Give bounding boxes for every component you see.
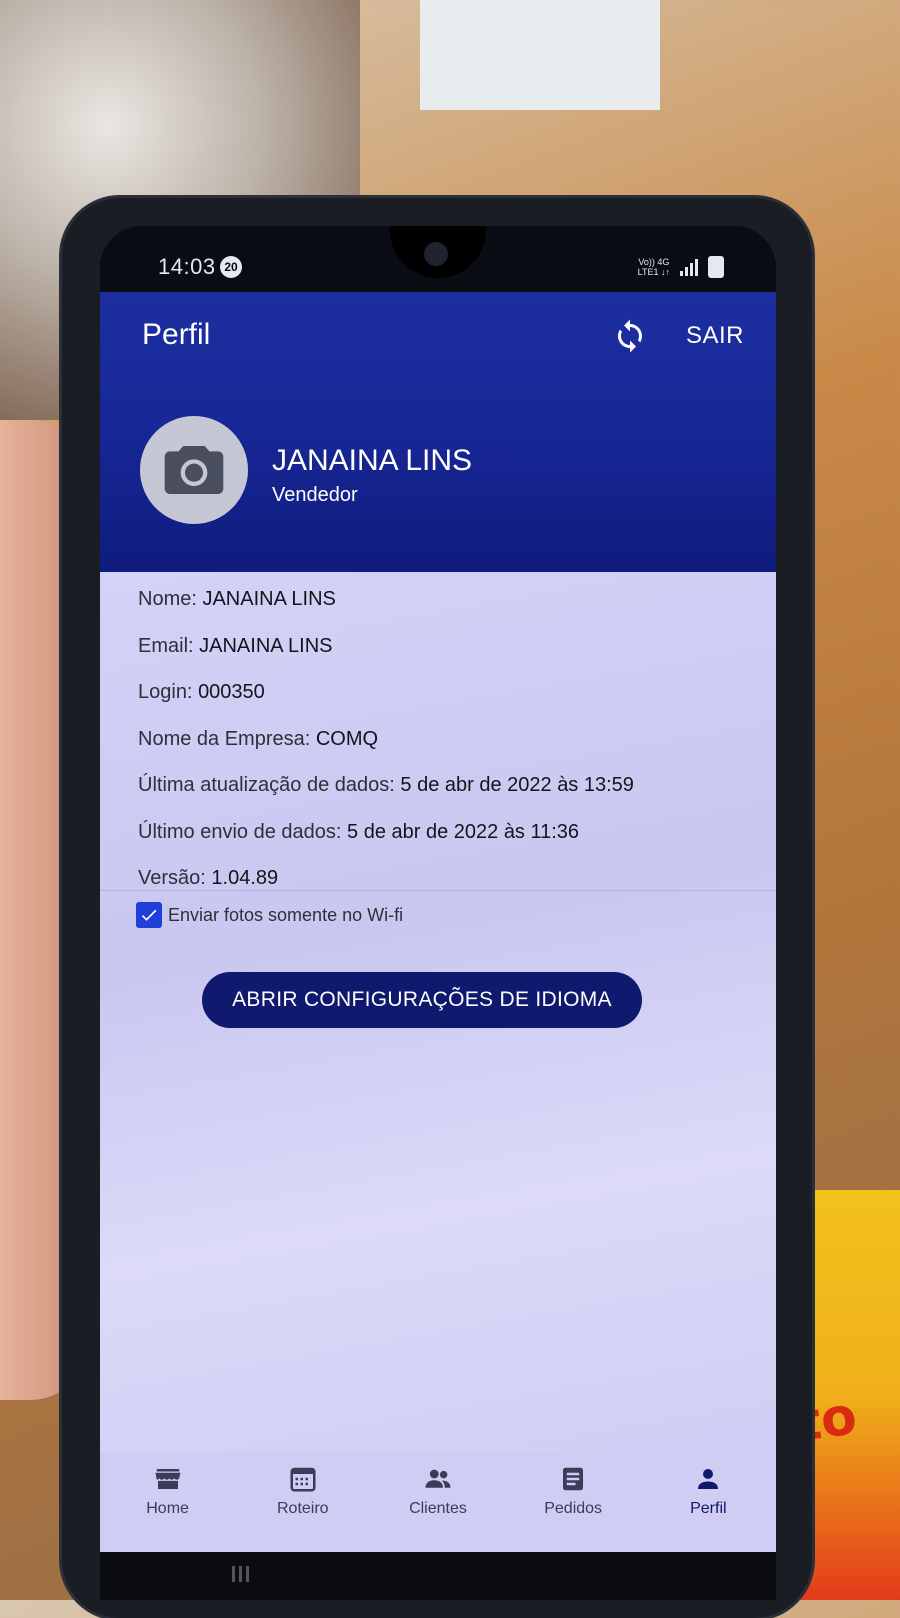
network-line-2: LTE1 ↓↑	[637, 267, 670, 277]
info-value: 5 de abr de 2022 às 11:36	[347, 820, 580, 843]
nav-item-home[interactable]: Home	[108, 1464, 228, 1518]
phone-screen: 14:03 20 Vo)) 4G LTE1 ↓↑ Perfil SAIR JAN…	[100, 226, 776, 1600]
front-camera	[424, 242, 448, 266]
info-value: JANAINA LINS	[199, 634, 333, 657]
wifi-only-checkbox[interactable]	[136, 902, 162, 928]
battery-icon	[708, 256, 724, 278]
info-label: Email:	[138, 634, 194, 657]
info-label: Nome:	[138, 588, 197, 610]
nav-label-clientes: Clientes	[409, 1500, 467, 1517]
network-line-1: Vo)) 4G	[638, 257, 670, 267]
store-icon	[155, 1469, 181, 1489]
nav-label-pedidos: Pedidos	[544, 1500, 603, 1517]
user-name: JANAINA LINS	[272, 444, 473, 477]
profile-header: Perfil SAIR JANAINA LINS Vendedor	[100, 292, 776, 572]
info-label: Nome da Empresa:	[138, 727, 311, 750]
logout-button[interactable]: SAIR	[686, 322, 744, 350]
info-value: 1.04.89	[211, 867, 279, 889]
page-title: Perfil	[142, 318, 211, 351]
nav-item-pedidos[interactable]: Pedidos	[513, 1464, 633, 1518]
nav-item-perfil[interactable]: Perfil	[648, 1464, 768, 1518]
info-label: Último envio de dados:	[138, 820, 342, 843]
nav-item-roteiro[interactable]: Roteiro	[243, 1464, 363, 1518]
sync-icon[interactable]	[612, 318, 648, 354]
info-value: 000350	[198, 681, 265, 703]
calendar-icon	[290, 1467, 316, 1492]
person-icon	[698, 1469, 719, 1489]
language-settings-button[interactable]: ABRIR CONFIGURAÇÕES DE IDIOMA	[202, 972, 642, 1028]
info-row-name: Nome: JANAINA LINS	[138, 584, 634, 631]
status-time: 14:03	[158, 254, 216, 279]
signal-icon	[680, 258, 698, 276]
wifi-only-checkbox-row[interactable]: Enviar fotos somente no Wi-fi	[136, 902, 403, 928]
people-icon	[425, 1469, 451, 1488]
nav-label-roteiro: Roteiro	[276, 1500, 329, 1517]
status-bar: 14:03 20 Vo)) 4G LTE1 ↓↑	[100, 226, 776, 292]
network-indicator: Vo)) 4G LTE1 ↓↑	[638, 257, 670, 277]
nav-item-clientes[interactable]: Clientes	[378, 1464, 498, 1518]
user-role: Vendedor	[272, 484, 358, 506]
avatar[interactable]	[140, 416, 248, 524]
background-window	[420, 0, 660, 110]
info-label: Versão:	[138, 867, 206, 889]
camera-icon	[164, 446, 224, 494]
nav-label-perfil: Perfil	[690, 1500, 727, 1517]
bottom-navigation: Home Roteiro Clientes Pedidos Perfil	[100, 1452, 776, 1552]
info-label: Login:	[138, 681, 193, 703]
profile-content: Nome: JANAINA LINS Email: JANAINA LINS L…	[100, 572, 776, 1452]
system-navigation-bar	[100, 1552, 776, 1600]
status-icons: Vo)) 4G LTE1 ↓↑	[638, 256, 724, 278]
info-value: 5 de abr de 2022 às 13:59	[400, 774, 634, 796]
info-value: JANAINA LINS	[202, 588, 336, 610]
notification-badge: 20	[220, 256, 242, 278]
recent-apps-icon[interactable]	[232, 1566, 249, 1582]
wifi-only-checkbox-label[interactable]: Enviar fotos somente no Wi-fi	[168, 905, 403, 926]
list-icon	[563, 1467, 584, 1491]
info-value: COMQ	[315, 727, 379, 750]
info-row-last-update: Última atualização de dados: 5 de abr de…	[138, 770, 634, 817]
info-label: Última atualização de dados:	[138, 774, 395, 796]
info-row-last-send: Último envio de dados: 5 de abr de 2022 …	[138, 817, 634, 864]
section-divider	[100, 890, 776, 891]
info-row-login: Login: 000350	[138, 677, 634, 724]
info-row-email: Email: JANAINA LINS	[138, 631, 634, 678]
profile-info-list: Nome: JANAINA LINS Email: JANAINA LINS L…	[138, 584, 634, 910]
check-icon	[141, 909, 157, 921]
nav-label-home: Home	[146, 1500, 189, 1517]
info-row-company: Nome da Empresa: COMQ	[138, 724, 634, 771]
